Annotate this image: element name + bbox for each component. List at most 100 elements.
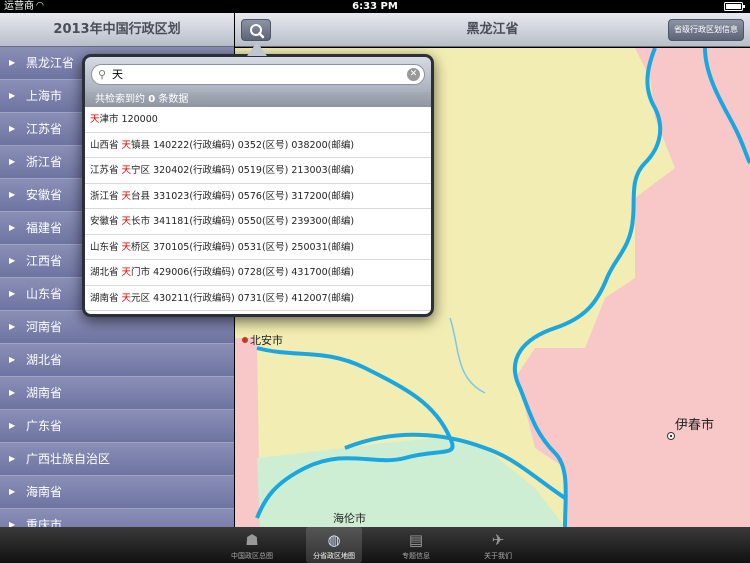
map-region-green [257,438,565,527]
chevron-right-icon: ▶ [9,289,16,298]
chevron-right-icon: ▶ [9,520,16,527]
city-label-yichun[interactable]: 伊春市 [675,414,714,433]
detail-navbar: 黑龙江省 省级行政区划信息 [235,13,750,47]
province-item[interactable]: ▶ 重庆市 [0,509,234,527]
result-highlight: 天 [121,165,132,176]
search-result-row[interactable]: 江苏省 天宁区 320402(行政编码) 0519(区号) 213003(邮编) [85,158,431,184]
result-prefix: 湖南省 [90,292,122,304]
result-prefix: 山东省 [90,241,122,253]
province-item[interactable]: ▶ 湖北省 [0,344,234,377]
popover-arrow [247,42,267,56]
result-suffix: 宁区 320402(行政编码) 0519(区号) 213003(邮编) [131,165,355,176]
result-suffix: 元区 430211(行政编码) 0731(区号) 412007(邮编) [131,292,355,304]
result-count-suffix: 条数据 [158,94,189,105]
search-result-row[interactable]: 山西省 天镇县 140222(行政编码) 0352(区号) 038200(邮编) [85,133,431,158]
battery-icon [724,2,745,11]
chevron-right-icon: ▶ [9,388,16,397]
result-highlight: 天 [121,139,132,151]
province-label: 湖北省 [26,353,63,367]
result-highlight: 天 [121,190,132,202]
search-button[interactable] [241,19,271,41]
province-label: 海南省 [26,485,63,499]
province-label: 河南省 [26,320,63,334]
province-item[interactable]: ▶ 湖南省 [0,377,234,410]
search-icon [250,24,265,39]
tab-label: 关于我们 [484,552,512,560]
result-count-bar: 共检索到约 0 条数据 [85,92,431,107]
tab-document[interactable]: ▤ 专题信息 [388,527,444,563]
search-result-row[interactable]: 山东省 天桥区 370105(行政编码) 0531(区号) 250031(邮编) [85,235,431,260]
province-label: 湖南省 [26,386,63,400]
city-marker-beian [242,337,248,343]
city-label-hailun[interactable]: 海伦市 [333,510,366,526]
search-input[interactable]: ⚲ 天 ✕ [91,64,425,85]
chevron-right-icon: ▶ [9,190,16,199]
result-highlight: 天 [121,216,132,227]
city-marker-yichun-dot [669,434,673,438]
clock: 6:33 PM [352,1,398,12]
province-label: 江西省 [26,254,63,268]
status-bar: 运营商 ◠ 6:33 PM [0,0,750,13]
result-highlight: 天 [121,292,132,304]
river-thin [449,317,486,394]
bird-icon: ✈ [491,531,505,549]
tab-globe[interactable]: ◍ 分省政区地图 [306,527,362,563]
province-info-button[interactable]: 省级行政区划信息 [668,19,744,41]
search-result-row[interactable]: 湖北省 天门市 429006(行政编码) 0728(区号) 431700(邮编) [85,260,431,286]
result-suffix: 镇县 140222(行政编码) 0352(区号) 038200(邮编) [131,139,355,151]
province-label: 广西壮族自治区 [26,452,111,466]
province-label: 安徽省 [26,188,63,202]
result-suffix: 桥区 370105(行政编码) 0531(区号) 250031(邮编) [131,241,355,253]
result-suffix: 门市 429006(行政编码) 0728(区号) 431700(邮编) [131,267,355,278]
result-suffix: 台县 331023(行政编码) 0576(区号) 317200(邮编) [131,190,355,202]
tab-bar: ☗ 中国政区总图 ◍ 分省政区地图 ▤ 专题信息 ✈ 关于我们 [0,527,750,563]
province-label: 江苏省 [26,122,63,136]
city-label-beian[interactable]: 北安市 [250,332,283,348]
province-label: 上海市 [26,89,63,103]
province-label: 山东省 [26,287,63,301]
province-label: 广东省 [26,419,63,433]
tab-label: 分省政区地图 [313,552,355,560]
result-prefix: 浙江省 [90,190,122,202]
province-item[interactable]: ▶ 广西壮族自治区 [0,443,234,476]
chevron-right-icon: ▶ [9,256,16,265]
province-item[interactable]: ▶ 海南省 [0,476,234,509]
search-popover: ⚲ 天 ✕ 共检索到约 0 条数据 天津市 120000 山西省 天镇县 1402… [82,42,434,317]
document-icon: ▤ [408,531,424,549]
result-highlight: 天 [121,267,132,278]
chevron-right-icon: ▶ [9,322,16,331]
chevron-right-icon: ▶ [9,454,16,463]
result-prefix: 安徽省 [90,216,122,227]
clear-icon[interactable]: ✕ [407,68,420,81]
chevron-right-icon: ▶ [9,157,16,166]
map-region-pink [515,48,750,527]
tab-label: 专题信息 [402,552,430,560]
result-prefix: 湖北省 [90,267,122,278]
result-prefix: 山西省 [90,139,122,151]
result-count-value: 0 [148,94,156,105]
china-map-icon: ☗ [245,531,259,549]
province-label: 福建省 [26,221,63,235]
tab-china-map[interactable]: ☗ 中国政区总图 [224,527,280,563]
sidebar-title: 2013年中国行政区划 [0,13,234,47]
result-count-prefix: 共检索到约 [95,94,145,105]
result-highlight: 天 [90,114,100,125]
chevron-right-icon: ▶ [9,124,16,133]
chevron-right-icon: ▶ [9,421,16,430]
globe-icon: ◍ [327,531,341,549]
province-label: 黑龙江省 [26,56,75,70]
search-result-row[interactable]: 安徽省 天长市 341181(行政编码) 0550(区号) 239300(邮编) [85,209,431,235]
chevron-right-icon: ▶ [9,91,16,100]
province-label: 浙江省 [26,155,63,169]
chevron-right-icon: ▶ [9,487,16,496]
chevron-right-icon: ▶ [9,223,16,232]
tab-bird[interactable]: ✈ 关于我们 [470,527,526,563]
result-suffix: 津市 120000 [99,114,158,125]
map-region-pink-left [235,338,260,527]
province-item[interactable]: ▶ 广东省 [0,410,234,443]
result-prefix: 江苏省 [90,165,122,176]
search-result-row[interactable]: 湖南省 天元区 430211(行政编码) 0731(区号) 412007(邮编) [85,286,431,311]
search-result-row[interactable]: 浙江省 天台县 331023(行政编码) 0576(区号) 317200(邮编) [85,184,431,209]
search-result-row[interactable]: 天津市 120000 [85,107,431,133]
result-highlight: 天 [121,241,132,253]
